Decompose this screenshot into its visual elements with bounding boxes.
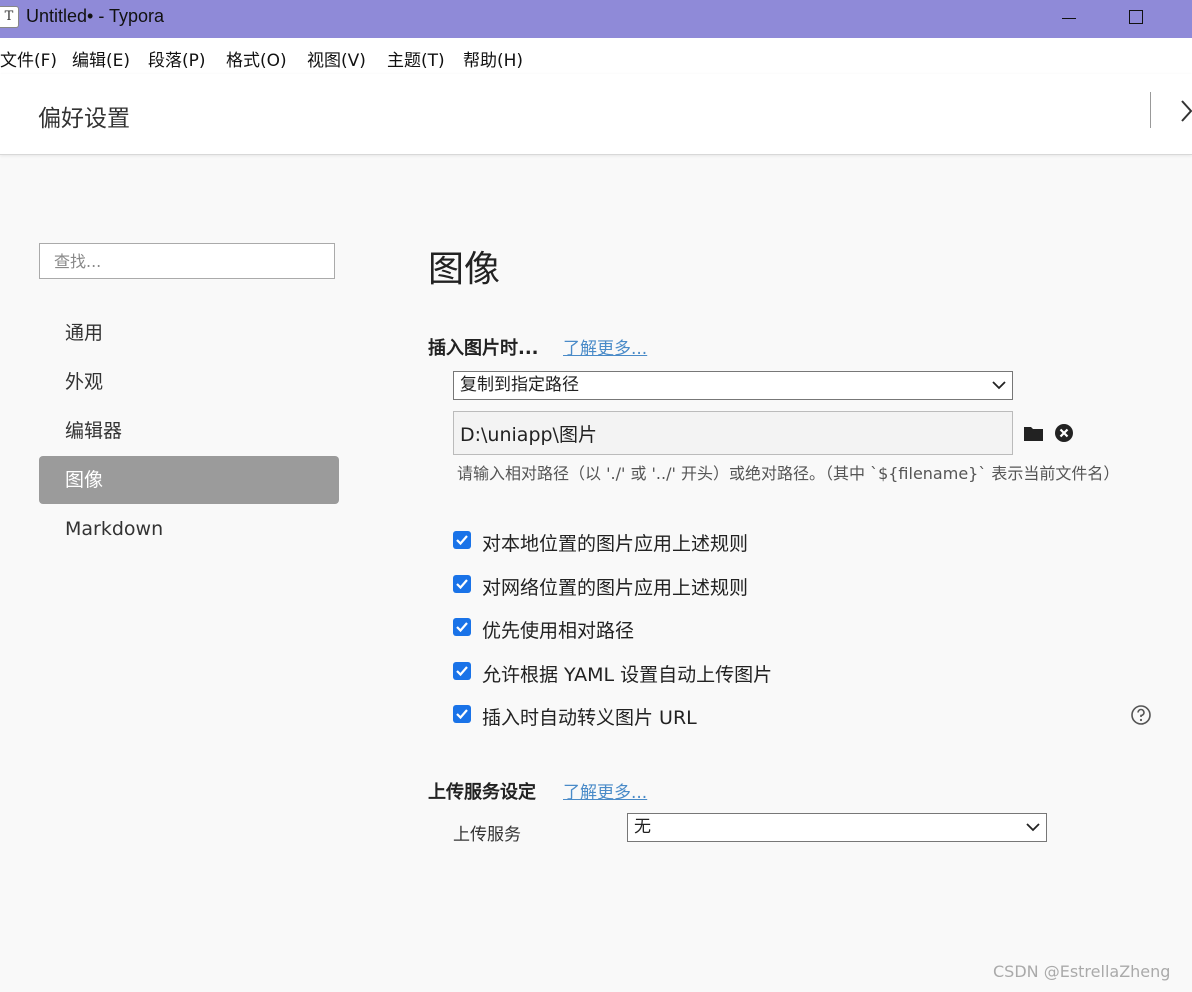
sidebar-item-editor[interactable]: 编辑器 [39, 407, 339, 455]
menu-theme[interactable]: 主题(T) [387, 46, 445, 71]
close-icon[interactable] [1176, 96, 1192, 126]
checkbox-yaml-upload[interactable] [453, 662, 471, 680]
menu-edit[interactable]: 编辑(E) [72, 46, 130, 71]
checkmark-icon [456, 622, 468, 633]
menu-bar: 文件(F) 编辑(E) 段落(P) 格式(O) 视图(V) 主题(T) 帮助(H… [0, 38, 1192, 74]
checkmark-icon [456, 579, 468, 590]
checkbox-escape-url[interactable] [453, 705, 471, 723]
sidebar-item-appearance[interactable]: 外观 [39, 358, 339, 406]
upload-service-select[interactable]: 无 [627, 813, 1047, 842]
minimize-button[interactable] [1046, 0, 1092, 38]
search-input[interactable] [39, 243, 335, 279]
checkmark-icon [456, 535, 468, 546]
watermark: CSDN @EstrellaZheng [993, 962, 1171, 981]
help-icon[interactable] [1130, 704, 1152, 726]
checkmark-icon [456, 666, 468, 677]
checkbox-label-local: 对本地位置的图片应用上述规则 [482, 533, 749, 555]
sidebar-item-image[interactable]: 图像 [39, 456, 339, 504]
title-bar: T Untitled• - Typora [0, 0, 1192, 38]
path-hint-text: 请输入相对路径（以 './' 或 '../' 开头）或绝对路径。（其中 `${f… [457, 464, 1120, 483]
preferences-header: 偏好设置 [0, 74, 1192, 155]
checkbox-label-relative: 优先使用相对路径 [482, 620, 635, 642]
insert-action-select[interactable]: 复制到指定路径 [453, 371, 1013, 400]
menu-file[interactable]: 文件(F) [0, 46, 57, 71]
menu-help[interactable]: 帮助(H) [463, 46, 523, 71]
checkbox-relative-path[interactable] [453, 618, 471, 636]
sidebar-item-markdown[interactable]: Markdown [39, 505, 339, 553]
chevron-down-icon [992, 381, 1006, 390]
upload-group-title: 上传服务设定 [428, 782, 536, 803]
insert-image-group-title: 插入图片时... [428, 338, 539, 359]
menu-format[interactable]: 格式(O) [226, 46, 287, 71]
header-divider [1150, 92, 1151, 128]
upload-service-select-value: 无 [634, 817, 651, 837]
preferences-title: 偏好设置 [38, 106, 130, 132]
checkmark-icon [456, 709, 468, 720]
checkbox-label-escape-url: 插入时自动转义图片 URL [482, 707, 697, 729]
folder-icon[interactable] [1023, 422, 1045, 444]
clear-icon[interactable] [1053, 422, 1075, 444]
window-title: Untitled• - Typora [26, 6, 165, 26]
insert-action-select-value: 复制到指定路径 [460, 375, 579, 395]
checkbox-local-rule[interactable] [453, 531, 471, 549]
upload-service-label: 上传服务 [453, 825, 521, 845]
section-heading: 图像 [428, 249, 501, 290]
checkbox-network-rule[interactable] [453, 575, 471, 593]
chevron-down-icon [1026, 823, 1040, 832]
insert-learn-more-link[interactable]: 了解更多... [563, 334, 647, 359]
checkbox-label-network: 对网络位置的图片应用上述规则 [482, 577, 749, 599]
typora-app-icon: T [0, 6, 19, 28]
maximize-button[interactable] [1114, 0, 1160, 38]
menu-paragraph[interactable]: 段落(P) [148, 46, 206, 71]
checkbox-label-yaml: 允许根据 YAML 设置自动上传图片 [482, 664, 773, 686]
upload-learn-more-link[interactable]: 了解更多... [563, 778, 647, 803]
sidebar-item-general[interactable]: 通用 [39, 309, 339, 357]
image-path-input[interactable] [453, 411, 1013, 455]
menu-view[interactable]: 视图(V) [307, 46, 366, 71]
